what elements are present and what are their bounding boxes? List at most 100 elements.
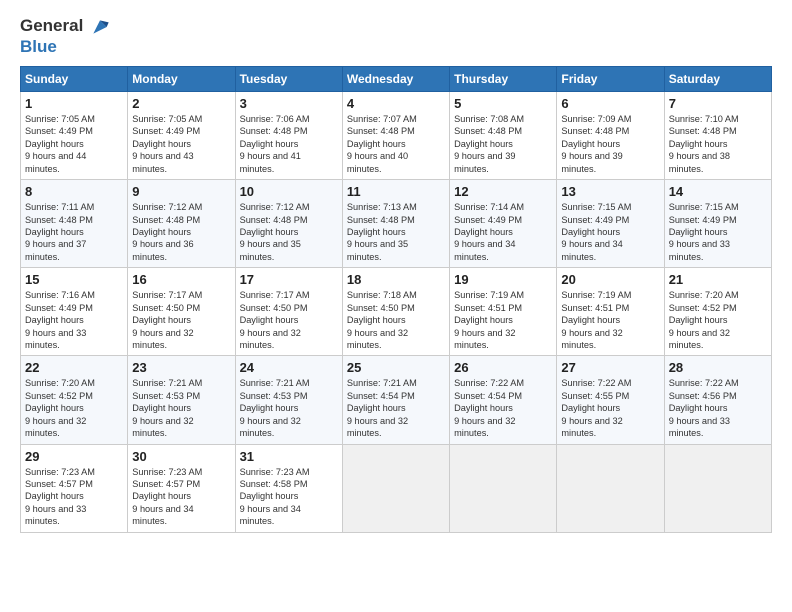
calendar-cell (557, 444, 664, 532)
col-header-thursday: Thursday (450, 67, 557, 92)
cell-content: Sunrise: 7:19 AMSunset: 4:51 PMDaylight … (454, 290, 524, 350)
day-number: 18 (347, 272, 445, 287)
calendar-cell: 5 Sunrise: 7:08 AMSunset: 4:48 PMDayligh… (450, 92, 557, 180)
calendar-cell: 11 Sunrise: 7:13 AMSunset: 4:48 PMDaylig… (342, 180, 449, 268)
day-number: 31 (240, 449, 338, 464)
day-number: 17 (240, 272, 338, 287)
day-number: 15 (25, 272, 123, 287)
cell-content: Sunrise: 7:22 AMSunset: 4:54 PMDaylight … (454, 378, 524, 438)
cell-content: Sunrise: 7:19 AMSunset: 4:51 PMDaylight … (561, 290, 631, 350)
day-number: 30 (132, 449, 230, 464)
day-number: 11 (347, 184, 445, 199)
col-header-wednesday: Wednesday (342, 67, 449, 92)
day-number: 6 (561, 96, 659, 111)
day-number: 9 (132, 184, 230, 199)
cell-content: Sunrise: 7:21 AMSunset: 4:54 PMDaylight … (347, 378, 417, 438)
cell-content: Sunrise: 7:11 AMSunset: 4:48 PMDaylight … (25, 202, 94, 262)
cell-content: Sunrise: 7:16 AMSunset: 4:49 PMDaylight … (25, 290, 95, 350)
cell-content: Sunrise: 7:17 AMSunset: 4:50 PMDaylight … (132, 290, 202, 350)
calendar-table: SundayMondayTuesdayWednesdayThursdayFrid… (20, 66, 772, 533)
calendar-cell: 19 Sunrise: 7:19 AMSunset: 4:51 PMDaylig… (450, 268, 557, 356)
page: General Blue SundayMondayTuesdayWednesda… (0, 0, 792, 545)
calendar-cell: 27 Sunrise: 7:22 AMSunset: 4:55 PMDaylig… (557, 356, 664, 444)
calendar-cell: 10 Sunrise: 7:12 AMSunset: 4:48 PMDaylig… (235, 180, 342, 268)
cell-content: Sunrise: 7:15 AMSunset: 4:49 PMDaylight … (669, 202, 739, 262)
calendar-cell: 14 Sunrise: 7:15 AMSunset: 4:49 PMDaylig… (664, 180, 771, 268)
col-header-tuesday: Tuesday (235, 67, 342, 92)
calendar-cell (342, 444, 449, 532)
calendar-cell: 15 Sunrise: 7:16 AMSunset: 4:49 PMDaylig… (21, 268, 128, 356)
calendar-cell: 21 Sunrise: 7:20 AMSunset: 4:52 PMDaylig… (664, 268, 771, 356)
calendar-cell: 4 Sunrise: 7:07 AMSunset: 4:48 PMDayligh… (342, 92, 449, 180)
calendar-cell: 12 Sunrise: 7:14 AMSunset: 4:49 PMDaylig… (450, 180, 557, 268)
cell-content: Sunrise: 7:20 AMSunset: 4:52 PMDaylight … (669, 290, 739, 350)
cell-content: Sunrise: 7:22 AMSunset: 4:55 PMDaylight … (561, 378, 631, 438)
calendar-cell: 29 Sunrise: 7:23 AMSunset: 4:57 PMDaylig… (21, 444, 128, 532)
day-number: 20 (561, 272, 659, 287)
calendar-cell: 13 Sunrise: 7:15 AMSunset: 4:49 PMDaylig… (557, 180, 664, 268)
cell-content: Sunrise: 7:05 AMSunset: 4:49 PMDaylight … (25, 114, 95, 174)
cell-content: Sunrise: 7:21 AMSunset: 4:53 PMDaylight … (240, 378, 310, 438)
day-number: 28 (669, 360, 767, 375)
day-number: 21 (669, 272, 767, 287)
day-number: 1 (25, 96, 123, 111)
calendar-cell: 28 Sunrise: 7:22 AMSunset: 4:56 PMDaylig… (664, 356, 771, 444)
day-number: 24 (240, 360, 338, 375)
cell-content: Sunrise: 7:07 AMSunset: 4:48 PMDaylight … (347, 114, 417, 174)
cell-content: Sunrise: 7:10 AMSunset: 4:48 PMDaylight … (669, 114, 739, 174)
calendar-cell: 7 Sunrise: 7:10 AMSunset: 4:48 PMDayligh… (664, 92, 771, 180)
cell-content: Sunrise: 7:18 AMSunset: 4:50 PMDaylight … (347, 290, 417, 350)
calendar-cell: 31 Sunrise: 7:23 AMSunset: 4:58 PMDaylig… (235, 444, 342, 532)
calendar-cell: 23 Sunrise: 7:21 AMSunset: 4:53 PMDaylig… (128, 356, 235, 444)
cell-content: Sunrise: 7:06 AMSunset: 4:48 PMDaylight … (240, 114, 310, 174)
calendar-cell: 16 Sunrise: 7:17 AMSunset: 4:50 PMDaylig… (128, 268, 235, 356)
calendar-cell: 6 Sunrise: 7:09 AMSunset: 4:48 PMDayligh… (557, 92, 664, 180)
day-number: 8 (25, 184, 123, 199)
cell-content: Sunrise: 7:12 AMSunset: 4:48 PMDaylight … (240, 202, 310, 262)
calendar-cell: 30 Sunrise: 7:23 AMSunset: 4:57 PMDaylig… (128, 444, 235, 532)
col-header-sunday: Sunday (21, 67, 128, 92)
cell-content: Sunrise: 7:12 AMSunset: 4:48 PMDaylight … (132, 202, 202, 262)
day-number: 26 (454, 360, 552, 375)
col-header-friday: Friday (557, 67, 664, 92)
day-number: 10 (240, 184, 338, 199)
day-number: 3 (240, 96, 338, 111)
calendar-cell (664, 444, 771, 532)
cell-content: Sunrise: 7:23 AMSunset: 4:58 PMDaylight … (240, 467, 310, 527)
calendar-cell: 3 Sunrise: 7:06 AMSunset: 4:48 PMDayligh… (235, 92, 342, 180)
logo-text-general: General (20, 16, 83, 35)
cell-content: Sunrise: 7:20 AMSunset: 4:52 PMDaylight … (25, 378, 95, 438)
calendar-cell: 22 Sunrise: 7:20 AMSunset: 4:52 PMDaylig… (21, 356, 128, 444)
cell-content: Sunrise: 7:13 AMSunset: 4:48 PMDaylight … (347, 202, 417, 262)
calendar-cell: 20 Sunrise: 7:19 AMSunset: 4:51 PMDaylig… (557, 268, 664, 356)
day-number: 12 (454, 184, 552, 199)
col-header-monday: Monday (128, 67, 235, 92)
cell-content: Sunrise: 7:14 AMSunset: 4:49 PMDaylight … (454, 202, 524, 262)
calendar-cell: 25 Sunrise: 7:21 AMSunset: 4:54 PMDaylig… (342, 356, 449, 444)
day-number: 16 (132, 272, 230, 287)
cell-content: Sunrise: 7:22 AMSunset: 4:56 PMDaylight … (669, 378, 739, 438)
cell-content: Sunrise: 7:21 AMSunset: 4:53 PMDaylight … (132, 378, 202, 438)
cell-content: Sunrise: 7:23 AMSunset: 4:57 PMDaylight … (132, 467, 202, 527)
day-number: 19 (454, 272, 552, 287)
day-number: 25 (347, 360, 445, 375)
calendar-cell: 24 Sunrise: 7:21 AMSunset: 4:53 PMDaylig… (235, 356, 342, 444)
day-number: 23 (132, 360, 230, 375)
day-number: 4 (347, 96, 445, 111)
day-number: 2 (132, 96, 230, 111)
day-number: 7 (669, 96, 767, 111)
calendar-cell: 18 Sunrise: 7:18 AMSunset: 4:50 PMDaylig… (342, 268, 449, 356)
calendar-cell (450, 444, 557, 532)
day-number: 13 (561, 184, 659, 199)
cell-content: Sunrise: 7:09 AMSunset: 4:48 PMDaylight … (561, 114, 631, 174)
header: General Blue (20, 16, 772, 56)
cell-content: Sunrise: 7:08 AMSunset: 4:48 PMDaylight … (454, 114, 524, 174)
col-header-saturday: Saturday (664, 67, 771, 92)
logo-text-blue: Blue (20, 37, 110, 57)
day-number: 27 (561, 360, 659, 375)
calendar-cell: 8 Sunrise: 7:11 AMSunset: 4:48 PMDayligh… (21, 180, 128, 268)
calendar-cell: 26 Sunrise: 7:22 AMSunset: 4:54 PMDaylig… (450, 356, 557, 444)
cell-content: Sunrise: 7:05 AMSunset: 4:49 PMDaylight … (132, 114, 202, 174)
logo-icon (90, 17, 110, 37)
calendar-cell: 2 Sunrise: 7:05 AMSunset: 4:49 PMDayligh… (128, 92, 235, 180)
